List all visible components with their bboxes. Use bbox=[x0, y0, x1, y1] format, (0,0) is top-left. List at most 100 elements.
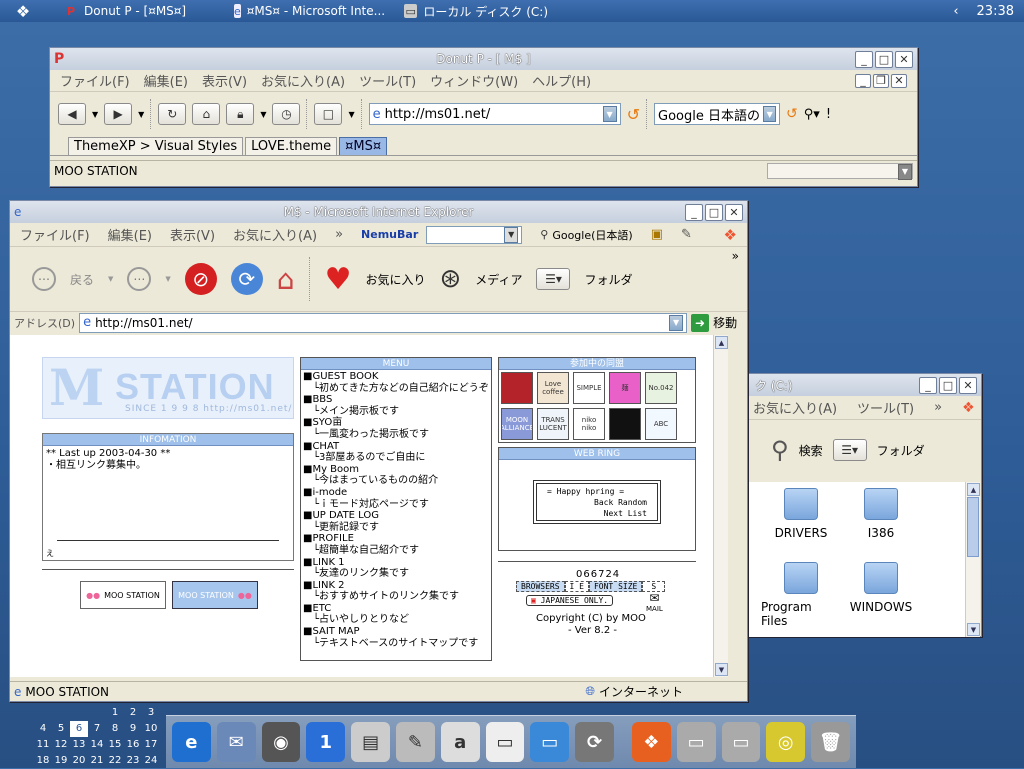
menu-edit[interactable]: 編集(E) bbox=[144, 71, 188, 90]
window-button[interactable]: □ bbox=[314, 103, 343, 125]
go-button[interactable]: 移動 bbox=[713, 314, 737, 331]
alliance-banner[interactable]: Love coffee bbox=[537, 372, 569, 404]
menu-link[interactable]: ■ETC bbox=[301, 603, 491, 615]
folders-label[interactable]: フォルダ bbox=[584, 271, 632, 288]
chevron-down-icon[interactable]: ▼ bbox=[898, 163, 912, 180]
close-button[interactable]: ✕ bbox=[959, 376, 977, 394]
calendar-day[interactable]: 17 bbox=[142, 737, 160, 753]
lock-button[interactable]: 🔒︎ bbox=[226, 103, 255, 125]
paper-icon[interactable]: ▭ bbox=[485, 722, 525, 762]
menu-link[interactable]: ■UP DATE LOG bbox=[301, 510, 491, 522]
mdi-restore-button[interactable]: ❐ bbox=[873, 73, 889, 88]
menu-window[interactable]: ウィンドウ(W) bbox=[430, 71, 518, 90]
windows-icon[interactable]: ❖ bbox=[631, 722, 671, 762]
page-scrollbar[interactable]: ▲ ▼ bbox=[713, 335, 728, 677]
font-icon[interactable]: a bbox=[440, 722, 480, 762]
calendar-day[interactable]: 21 bbox=[88, 753, 106, 769]
donut-titlebar[interactable]: P Donut P - [ M$ ] _ □ ✕ bbox=[50, 48, 917, 70]
minimize-button[interactable]: _ bbox=[855, 50, 873, 68]
lock-dropdown-icon[interactable]: ▼ bbox=[260, 110, 266, 119]
pen-icon[interactable]: ✎ bbox=[681, 227, 692, 242]
webring-banner[interactable]: = Happy hpring = Back Random Next List bbox=[533, 480, 661, 524]
webring-nav[interactable]: Back Random bbox=[547, 497, 647, 508]
menu-link[interactable]: ■LINK 1 bbox=[301, 557, 491, 569]
cd-icon[interactable]: ◎ bbox=[766, 722, 806, 762]
scroll-track[interactable] bbox=[714, 350, 728, 662]
pen-icon[interactable]: ✎ bbox=[395, 722, 435, 762]
media-icon[interactable]: ⊛ bbox=[440, 264, 462, 294]
alliance-banner[interactable]: MOON ALLIANCE bbox=[501, 408, 533, 440]
media-icon[interactable]: ◉ bbox=[261, 722, 301, 762]
chevron-down-icon[interactable]: ▼ bbox=[763, 106, 777, 122]
site-logo[interactable]: M STATION SINCE 1 9 9 8 http://ms01.net/ bbox=[42, 357, 294, 419]
menu-favorites[interactable]: お気に入り(A) bbox=[261, 71, 345, 90]
media-label[interactable]: メディア bbox=[475, 271, 522, 288]
drive2-icon[interactable]: ▭ bbox=[721, 722, 761, 762]
go-icon[interactable]: ↺ bbox=[627, 105, 640, 124]
ie-titlebar[interactable]: e M$ - Microsoft Internet Explorer _ □ ✕ bbox=[10, 201, 747, 223]
address-bar[interactable]: e http://ms01.net/ ▼ bbox=[79, 312, 688, 333]
chevron-left-icon[interactable]: ‹ bbox=[953, 4, 958, 19]
calendar-day[interactable]: 23 bbox=[124, 753, 142, 769]
home-button[interactable]: ⌂ bbox=[192, 103, 221, 125]
nemubar-search-input[interactable]: ▼ bbox=[426, 225, 523, 244]
calendar-day[interactable]: 9 bbox=[124, 721, 142, 737]
menu-overflow[interactable]: » bbox=[934, 400, 942, 415]
favorites-heart-icon[interactable]: ♥ bbox=[325, 262, 352, 297]
back-dropdown-icon[interactable]: ▼ bbox=[92, 110, 98, 119]
google-search-button[interactable]: Google(日本語) bbox=[552, 227, 632, 243]
alliance-banner[interactable]: ABC bbox=[645, 408, 677, 440]
home-icon[interactable]: ⌂ bbox=[277, 263, 295, 296]
calendar-day[interactable] bbox=[34, 705, 52, 721]
calendar-day[interactable]: 4 bbox=[34, 721, 52, 737]
scroll-thumb[interactable] bbox=[967, 497, 979, 557]
address-input[interactable]: http://ms01.net/ bbox=[385, 107, 491, 122]
windows-start-icon[interactable]: ❖ bbox=[0, 0, 46, 22]
google-search-icon[interactable]: ⚲ bbox=[540, 228, 548, 241]
menu-link[interactable]: ■CHAT bbox=[301, 441, 491, 453]
calendar-day[interactable] bbox=[70, 705, 88, 721]
alliance-banner[interactable]: No.042 bbox=[645, 372, 677, 404]
go-arrow-icon[interactable]: ➜ bbox=[691, 313, 710, 332]
alliance-banner[interactable]: niko niko bbox=[573, 408, 605, 440]
views-button[interactable]: ☰▾ bbox=[832, 439, 867, 461]
address-input[interactable]: http://ms01.net/ bbox=[95, 316, 193, 330]
close-button[interactable]: ✕ bbox=[895, 50, 913, 68]
folder-item[interactable]: I386 bbox=[841, 488, 921, 550]
menu-file[interactable]: ファイル(F) bbox=[60, 71, 130, 90]
mail-icon[interactable]: ✉ bbox=[216, 722, 256, 762]
calendar-day[interactable] bbox=[52, 705, 70, 721]
banner-moo-station[interactable]: ●● MOO STATION bbox=[80, 581, 166, 609]
calendar-day[interactable]: 22 bbox=[106, 753, 124, 769]
menu-view[interactable]: 表示(V) bbox=[170, 225, 215, 244]
tab-themexp[interactable]: ThemeXP > Visual Styles bbox=[68, 137, 244, 155]
stop-icon[interactable]: ⊘ bbox=[184, 263, 217, 295]
alliance-banner[interactable] bbox=[609, 408, 641, 440]
menu-edit[interactable]: 編集(E) bbox=[108, 225, 152, 244]
scroll-down-icon[interactable]: ▼ bbox=[715, 663, 728, 676]
forward-icon[interactable]: ⋯ bbox=[127, 267, 152, 291]
calendar-day[interactable]: 6 bbox=[70, 721, 88, 737]
mdi-close-button[interactable]: ✕ bbox=[891, 73, 907, 88]
menu-tools[interactable]: ツール(T) bbox=[359, 71, 416, 90]
menu-link[interactable]: ■PROFILE bbox=[301, 533, 491, 545]
menu-overflow[interactable]: » bbox=[335, 227, 343, 242]
history-button[interactable]: ◷ bbox=[272, 103, 301, 125]
calendar-day[interactable]: 5 bbox=[52, 721, 70, 737]
one-icon[interactable]: 1 bbox=[306, 722, 346, 762]
search-go-icon[interactable]: ↺ bbox=[786, 106, 798, 122]
minimize-button[interactable]: _ bbox=[685, 203, 703, 221]
close-button[interactable]: ✕ bbox=[725, 203, 743, 221]
calendar-day[interactable]: 8 bbox=[106, 721, 124, 737]
menu-link[interactable]: ■GUEST BOOK bbox=[301, 371, 491, 383]
menu-file[interactable]: ファイル(F) bbox=[20, 225, 90, 244]
calendar-day[interactable]: 20 bbox=[70, 753, 88, 769]
chevron-down-icon[interactable]: ▼ bbox=[504, 226, 519, 243]
menu-help[interactable]: ヘルプ(H) bbox=[532, 71, 591, 90]
calendar-day[interactable]: 24 bbox=[142, 753, 160, 769]
calendar-day[interactable]: 10 bbox=[142, 721, 160, 737]
calendar-day[interactable]: 14 bbox=[88, 737, 106, 753]
tab-ms[interactable]: ¤MS¤ bbox=[339, 137, 388, 155]
calendar-day[interactable]: 1 bbox=[106, 705, 124, 721]
task-explorer[interactable]: ▭ ローカル ディスク (C:) bbox=[396, 0, 556, 22]
